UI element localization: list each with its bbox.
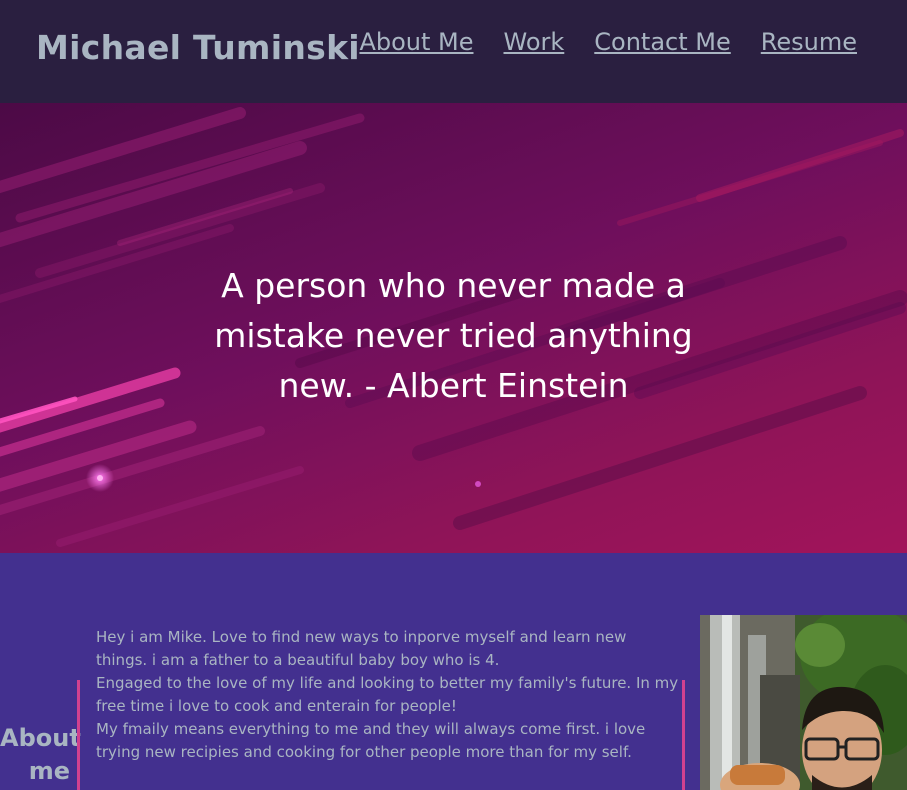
hero-banner: A person who never made a mistake never … xyxy=(0,103,907,553)
about-divider-left xyxy=(77,680,80,790)
about-divider-right xyxy=(682,680,685,790)
main-nav: About Me Work Contact Me Resume xyxy=(359,28,857,56)
about-paragraph: Hey i am Mike. Love to find new ways to … xyxy=(96,628,679,761)
site-header: Michael Tuminski About Me Work Contact M… xyxy=(0,0,907,103)
profile-photo xyxy=(700,615,907,790)
nav-link-about-me[interactable]: About Me xyxy=(359,28,473,56)
site-name: Michael Tuminski xyxy=(36,28,360,67)
nav-link-work[interactable]: Work xyxy=(504,28,565,56)
hero-quote: A person who never made a mistake never … xyxy=(214,266,693,405)
nav-link-contact-me[interactable]: Contact Me xyxy=(594,28,730,56)
about-heading: About me xyxy=(0,724,81,785)
nav-link-resume[interactable]: Resume xyxy=(761,28,857,56)
